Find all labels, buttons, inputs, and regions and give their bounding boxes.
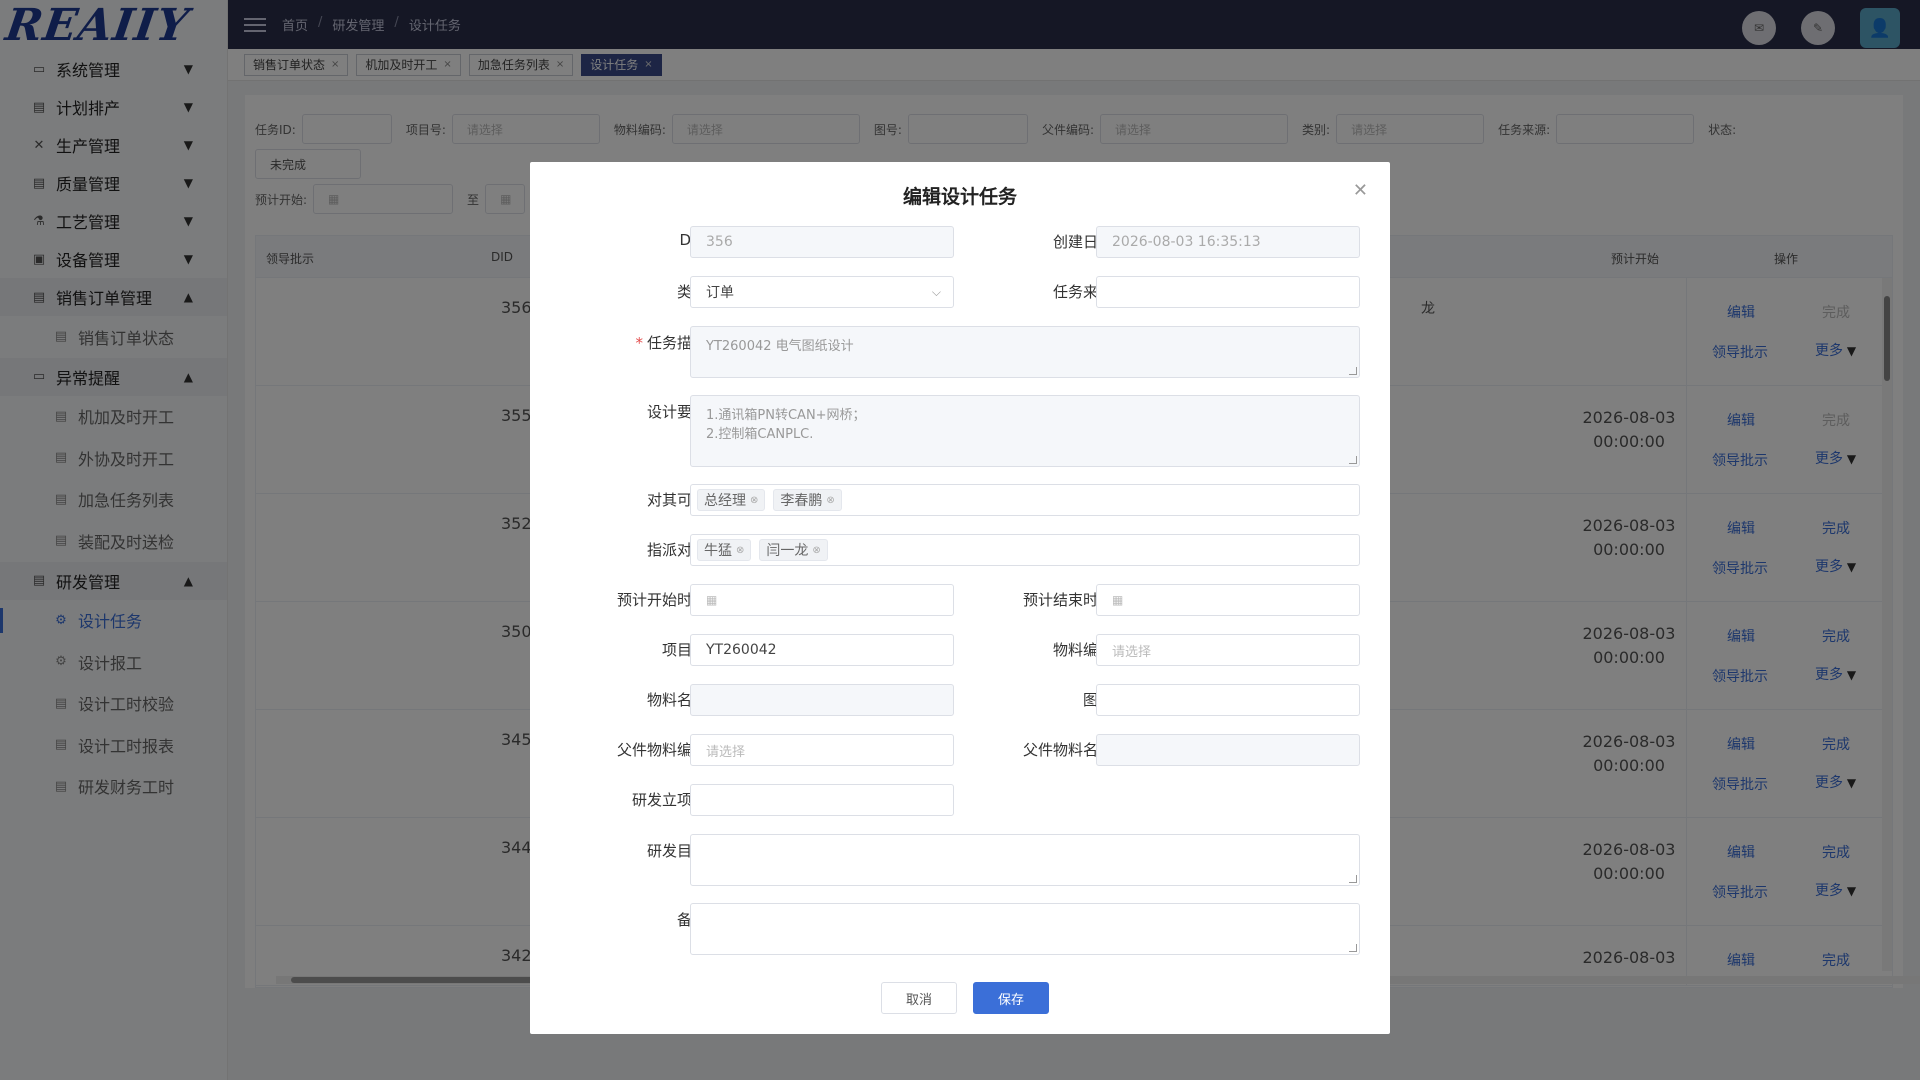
material-code-label: 物料编码: [1052, 641, 1113, 659]
start-time-label: 预计开始时间: [616, 591, 707, 609]
parent-code-select[interactable]: 请选择: [690, 734, 954, 766]
created-field: 2026-08-03 16:35:13: [1096, 226, 1360, 258]
project-field[interactable]: YT260042: [690, 634, 954, 666]
category-label: 类别: [577, 281, 707, 302]
remove-chip-icon[interactable]: ⊗: [736, 545, 744, 556]
source-field[interactable]: [1096, 276, 1360, 308]
remark-label: 备注: [577, 909, 707, 930]
did-field: 356: [690, 226, 954, 258]
close-icon[interactable]: ✕: [1353, 180, 1368, 201]
parent-name-label: 父件物料名称: [1022, 741, 1113, 759]
cancel-button[interactable]: 取消: [881, 982, 957, 1014]
remark-textarea[interactable]: [690, 903, 1360, 955]
created-label: 创建日期: [1052, 233, 1113, 251]
start-time-picker[interactable]: ▦: [690, 584, 954, 616]
chip-visible-2: 李春鹏 ⊗: [773, 489, 842, 511]
desc-textarea[interactable]: YT260042 电气图纸设计: [690, 326, 1360, 378]
end-time-picker[interactable]: ▦: [1096, 584, 1360, 616]
material-name-field: [690, 684, 954, 716]
desc-label: * 任务描述: [635, 334, 707, 352]
chip-visible-1: 总经理 ⊗: [697, 489, 766, 511]
material-name-label: 物料名称: [646, 691, 707, 709]
material-code-select[interactable]: 请选择: [1096, 634, 1360, 666]
end-time-label: 预计结束时间: [1022, 591, 1113, 609]
dialog-title: 编辑设计任务: [902, 186, 1017, 208]
rd-purpose-textarea[interactable]: [690, 834, 1360, 886]
calendar-icon: ▦: [706, 593, 718, 607]
drawing-label: 图号: [983, 689, 1113, 710]
remove-chip-icon[interactable]: ⊗: [812, 545, 820, 556]
assign-label: 指派对象: [646, 541, 707, 559]
chip-assign-1: 牛猛 ⊗: [697, 539, 752, 561]
remove-chip-icon[interactable]: ⊗: [826, 495, 834, 506]
category-select[interactable]: 订单 ⌵: [690, 276, 954, 308]
visible-to-multiselect[interactable]: 总经理 ⊗ 李春鹏 ⊗: [690, 484, 1360, 516]
rd-purpose-label: 研发目的: [646, 842, 707, 860]
parent-name-field: [1096, 734, 1360, 766]
requirement-textarea[interactable]: 1.通讯箱PN转CAN+网桥； 2.控制箱CANPLC.: [690, 395, 1360, 467]
did-label: DID: [577, 231, 707, 249]
project-label: 项目号: [661, 641, 707, 659]
parent-code-label: 父件物料编码: [616, 741, 707, 759]
source-label: 任务来源: [1052, 283, 1113, 301]
calendar-icon: ▦: [1112, 593, 1124, 607]
visible-to-label: 对其可见: [646, 491, 707, 509]
chip-assign-2: 闫一龙 ⊗: [759, 539, 828, 561]
save-button[interactable]: 保存: [973, 982, 1049, 1014]
requirement-label: 设计要求: [646, 403, 707, 421]
rd-project-label: 研发立项号: [631, 791, 707, 809]
chevron-down-icon: ⌵: [931, 284, 941, 299]
rd-project-field[interactable]: [690, 784, 954, 816]
drawing-field[interactable]: [1096, 684, 1360, 716]
assign-multiselect[interactable]: 牛猛 ⊗ 闫一龙 ⊗: [690, 534, 1360, 566]
edit-design-task-dialog: 编辑设计任务 ✕ DID 356 创建日期 2026-08-03 16:35:1…: [530, 162, 1390, 1034]
remove-chip-icon[interactable]: ⊗: [750, 495, 758, 506]
